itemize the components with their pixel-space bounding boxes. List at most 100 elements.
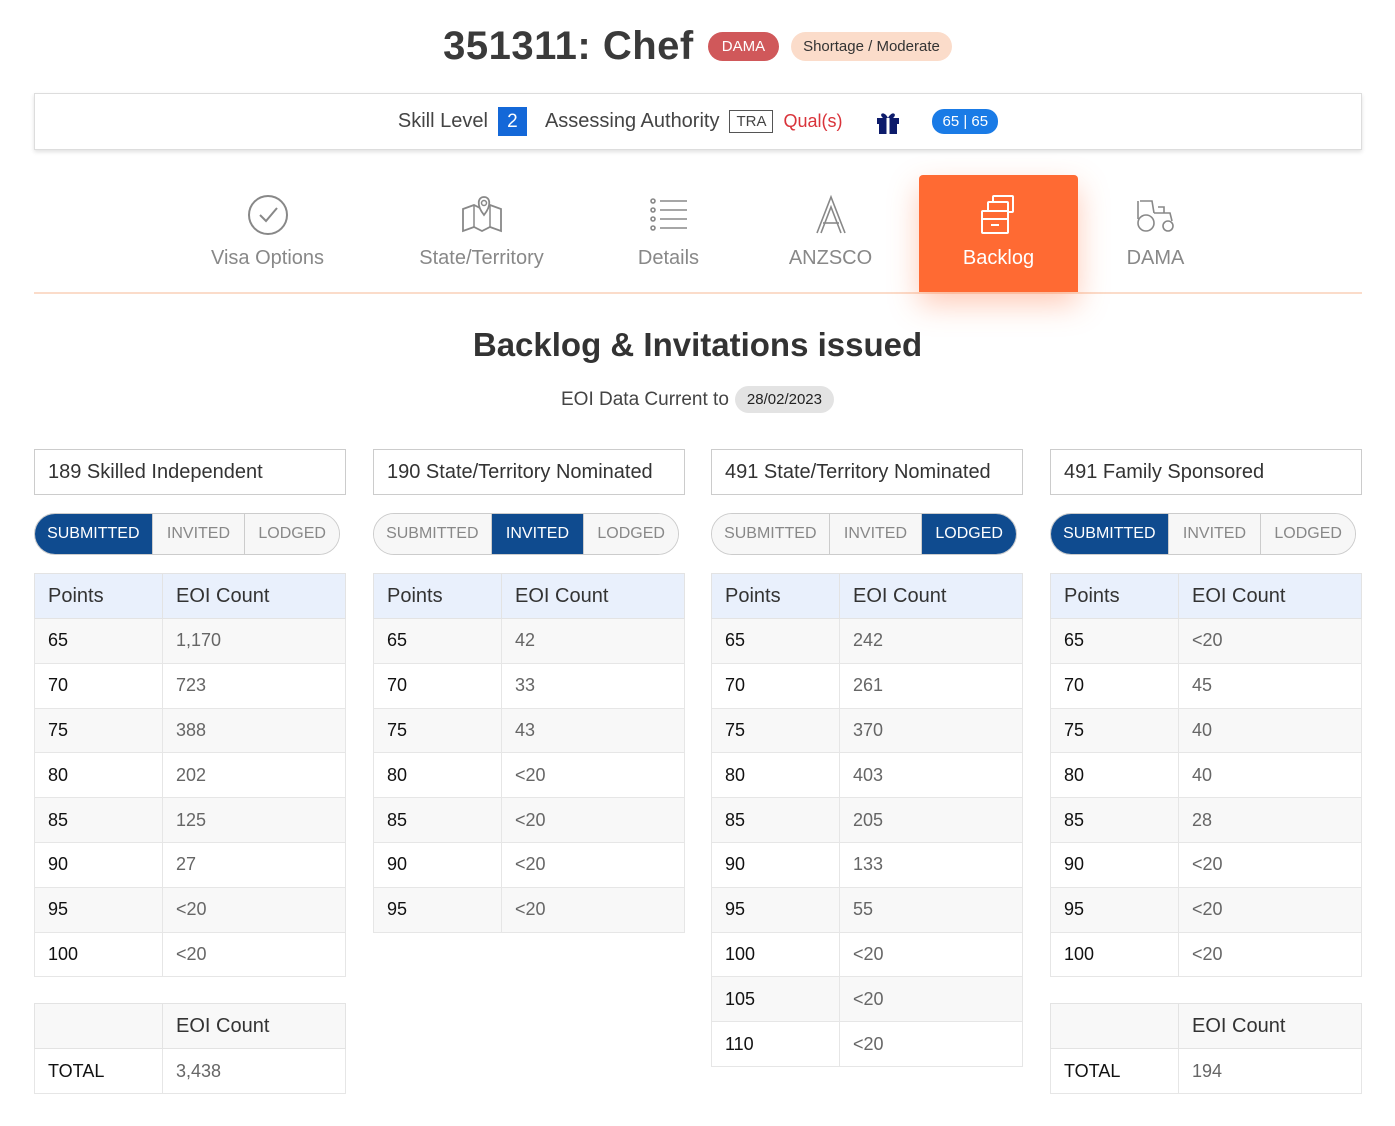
points-cell: 65	[711, 618, 840, 664]
toggle-submitted-button[interactable]: SUBMITTED	[374, 514, 492, 554]
shortage-badge: Shortage / Moderate	[791, 32, 952, 61]
table-row: 65 42	[373, 618, 685, 664]
toggle-lodged-button[interactable]: LODGED	[245, 514, 339, 554]
gift-icon[interactable]	[874, 108, 902, 136]
tab-label: Visa Options	[210, 247, 325, 269]
count-cell: <20	[501, 797, 685, 843]
points-cell: 70	[34, 662, 163, 709]
toggle-invited-button[interactable]: INVITED	[152, 514, 246, 554]
check-circle-icon	[247, 195, 288, 235]
total-header-row: EOI Count	[34, 1003, 346, 1050]
toggle-submitted-button[interactable]: SUBMITTED	[35, 514, 153, 554]
table-row: 70 261	[711, 662, 1023, 709]
count-cell: <20	[501, 886, 685, 933]
tab-details[interactable]: Details	[589, 175, 748, 292]
toggle-submitted-button[interactable]: SUBMITTED	[712, 514, 830, 554]
table-row: 70 33	[373, 662, 685, 709]
toggle-invited-button[interactable]: INVITED	[491, 514, 585, 554]
count-cell: 45	[1178, 662, 1362, 709]
tab-dama[interactable]: DAMA	[1076, 175, 1235, 292]
status-toggle: SUBMITTED INVITED LODGED	[34, 513, 340, 555]
visa-column: 491 Family Sponsored SUBMITTED INVITED LODG…	[1050, 449, 1362, 1095]
count-cell: <20	[1178, 618, 1362, 664]
toggle-lodged-button[interactable]: LODGED	[922, 514, 1016, 554]
toggle-invited-button[interactable]: INVITED	[829, 514, 923, 554]
eoi-date-row: EOI Data Current to 28/02/2023	[0, 386, 1395, 413]
status-toggle: SUBMITTED INVITED LODGED	[711, 513, 1017, 555]
count-cell: 28	[1178, 797, 1362, 843]
assessing-authority-value[interactable]: TRA	[729, 110, 774, 133]
column-header-points: Points	[1050, 573, 1179, 619]
status-toggle: SUBMITTED INVITED LODGED	[373, 513, 679, 555]
count-cell: <20	[839, 976, 1023, 1023]
points-cell: 75	[1050, 707, 1179, 754]
tab-anzsco[interactable]: ANZSCO	[751, 175, 910, 292]
points-badge[interactable]: 65 | 65	[932, 109, 999, 134]
list-icon	[649, 198, 687, 231]
table-row: 85 <20	[373, 797, 685, 843]
count-cell: <20	[1178, 931, 1362, 978]
table-row: 85 28	[1050, 797, 1362, 843]
skill-level-label: Skill Level	[397, 110, 488, 132]
tab-state-territory[interactable]: State/Territory	[402, 175, 561, 292]
count-cell: <20	[1178, 841, 1362, 888]
points-cell: 80	[1050, 752, 1179, 799]
points-cell: 95	[373, 886, 502, 933]
toggle-lodged-button[interactable]: LODGED	[584, 514, 678, 554]
total-header-count: EOI Count	[1178, 1003, 1362, 1050]
toggle-invited-button[interactable]: INVITED	[1168, 514, 1262, 554]
count-cell: <20	[162, 886, 346, 933]
tab-label: DAMA	[1126, 247, 1185, 269]
toggle-lodged-button[interactable]: LODGED	[1261, 514, 1355, 554]
toggle-submitted-button[interactable]: SUBMITTED	[1051, 514, 1169, 554]
table-row: 65 242	[711, 618, 1023, 664]
table-row: 85 125	[34, 797, 346, 843]
table-header-row: Points EOI Count	[373, 573, 685, 619]
assessing-authority-label: Assessing Authority	[544, 110, 720, 132]
count-cell: 40	[1178, 707, 1362, 754]
count-cell: 43	[501, 707, 685, 754]
table-row: 95 <20	[373, 886, 685, 933]
points-cell: 100	[711, 931, 840, 978]
points-cell: 100	[1050, 931, 1179, 978]
count-cell: 27	[162, 841, 346, 888]
status-toggle: SUBMITTED INVITED LODGED	[1050, 513, 1356, 555]
qual-link[interactable]: Qual(s)	[783, 111, 842, 132]
info-bar: Skill Level 2 Assessing Authority TRA Qu…	[34, 93, 1362, 150]
tab-label: Details	[637, 247, 700, 269]
points-cell: 70	[1050, 662, 1179, 709]
total-header-count: EOI Count	[162, 1003, 346, 1050]
table-row: 90 <20	[373, 841, 685, 888]
count-cell: 403	[839, 752, 1023, 799]
points-cell: 70	[373, 662, 502, 709]
eoi-date-label: EOI Data Current to	[561, 388, 729, 410]
count-cell: 1,170	[162, 618, 346, 664]
total-label: TOTAL	[1050, 1048, 1179, 1095]
column-header-points: Points	[711, 573, 840, 619]
visa-column: 190 State/Territory Nominated SUBMITTED IN…	[373, 449, 685, 933]
points-cell: 100	[34, 931, 163, 978]
points-cell: 85	[1050, 797, 1179, 843]
tab-visa-options[interactable]: Visa Options	[188, 175, 347, 292]
column-header-count: EOI Count	[839, 573, 1023, 619]
points-cell: 90	[373, 841, 502, 888]
skill-level-value: 2	[497, 107, 527, 136]
count-cell: <20	[501, 841, 685, 888]
column-header-points: Points	[373, 573, 502, 619]
total-row: TOTAL 3,438	[34, 1048, 346, 1095]
points-cell: 65	[34, 618, 163, 664]
column-header-count: EOI Count	[162, 573, 346, 619]
count-cell: 55	[839, 886, 1023, 933]
column-header-count: EOI Count	[1178, 573, 1362, 619]
tab-backlog[interactable]: Backlog	[919, 175, 1078, 292]
total-header-row: EOI Count	[1050, 1003, 1362, 1050]
backlog-stack-icon	[980, 195, 1014, 234]
total-header-empty	[1050, 1003, 1179, 1050]
count-cell: <20	[501, 752, 685, 799]
count-cell: 723	[162, 662, 346, 709]
points-cell: 85	[711, 797, 840, 843]
points-cell: 75	[711, 707, 840, 754]
points-cell: 95	[711, 886, 840, 933]
points-cell: 90	[1050, 841, 1179, 888]
count-cell: <20	[839, 1021, 1023, 1067]
